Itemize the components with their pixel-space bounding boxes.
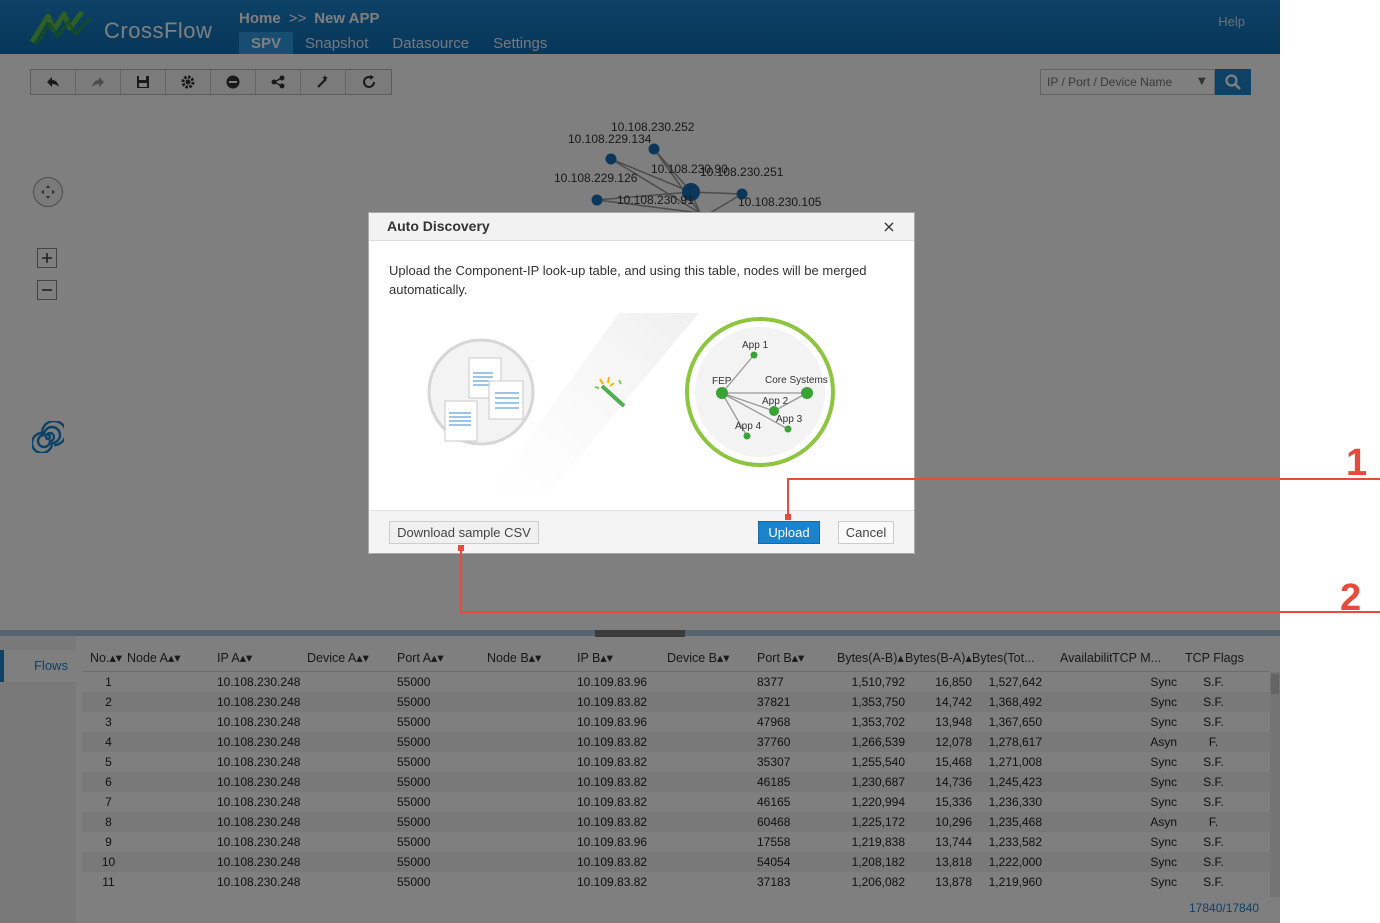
dialog-header: Auto Discovery × bbox=[369, 213, 914, 241]
diagram-node bbox=[743, 432, 751, 440]
download-sample-csv-button[interactable]: Download sample CSV bbox=[389, 521, 539, 544]
diagram-node bbox=[716, 387, 728, 399]
diagram-label-app2: App 2 bbox=[762, 396, 789, 407]
callout-number-1: 1 bbox=[1346, 442, 1368, 484]
cancel-button[interactable]: Cancel bbox=[838, 521, 894, 544]
dialog-footer: Download sample CSV Upload Cancel bbox=[369, 510, 914, 553]
diagram-label-fep: FEP bbox=[712, 376, 732, 387]
diagram-node bbox=[750, 351, 758, 359]
auto-discovery-dialog: Auto Discovery × Upload the Component-IP… bbox=[368, 212, 915, 554]
callout-number-2: 2 bbox=[1340, 577, 1362, 619]
dialog-title: Auto Discovery bbox=[387, 218, 490, 234]
auto-discovery-illustration: App 1 FEP Core Systems App 2 App 3 App 4 bbox=[427, 313, 835, 493]
diagram-node bbox=[784, 425, 792, 433]
diagram-label-core: Core Systems bbox=[765, 375, 828, 386]
dialog-description: Upload the Component-IP look-up table, a… bbox=[389, 263, 867, 297]
diagram-label-app4: App 4 bbox=[735, 421, 762, 432]
close-icon[interactable]: × bbox=[879, 217, 899, 237]
upload-button[interactable]: Upload bbox=[758, 521, 820, 544]
diagram-label-app1: App 1 bbox=[742, 340, 769, 351]
merged-nodes-diagram: App 1 FEP Core Systems App 2 App 3 App 4 bbox=[685, 317, 835, 467]
diagram-node bbox=[801, 387, 813, 399]
diagram-label-app3: App 3 bbox=[776, 414, 803, 425]
app-window: CrossFlow Home>>New APP SPV Snapshot Dat… bbox=[0, 0, 1280, 923]
documents-icon bbox=[427, 338, 535, 446]
